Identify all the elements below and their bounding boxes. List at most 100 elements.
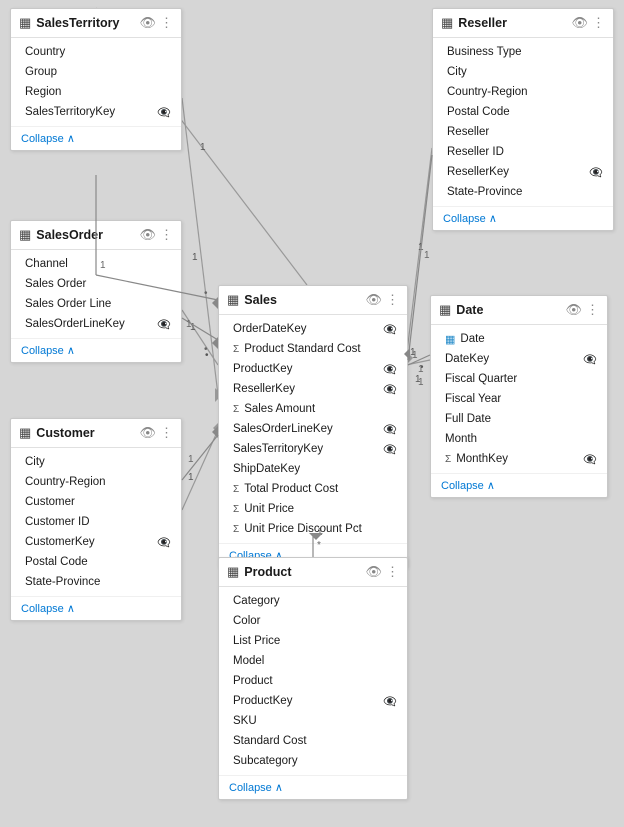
field-date: ▦ Date [431, 329, 607, 349]
field-state-province-r: State-Province [433, 182, 613, 202]
hidden-icon: 👁‍🗨 [383, 443, 397, 456]
date-collapse[interactable]: Collapse ∧ [441, 479, 597, 492]
svg-text:•: • [204, 288, 208, 299]
svg-text:1: 1 [412, 350, 418, 361]
salesorder-more-icon[interactable]: ⋮ [160, 227, 173, 243]
field-customer: Customer [11, 492, 181, 512]
date-fields: ▦ Date DateKey 👁‍🗨 Fiscal Quarter Fiscal… [431, 325, 607, 473]
table-customer: ▦ Customer 👁 ⋮ City Country-Region Custo… [10, 418, 182, 621]
table-date: ▦ Date 👁 ⋮ ▦ Date DateKey 👁‍🗨 Fiscal Qua… [430, 295, 608, 498]
date-more-icon[interactable]: ⋮ [586, 302, 599, 318]
sales-actions: 👁 ⋮ [365, 292, 399, 308]
salesterritory-more-icon[interactable]: ⋮ [160, 15, 173, 31]
field-salesorderline: Sales Order Line [11, 294, 181, 314]
date-eye-icon[interactable]: 👁 [565, 302, 582, 318]
field-country-region-r: Country-Region [433, 82, 613, 102]
field-salesorder: Sales Order [11, 274, 181, 294]
field-product: Product [219, 671, 407, 691]
field-customer-id: Customer ID [11, 512, 181, 532]
reseller-table-icon: ▦ [441, 15, 453, 31]
field-product-standard-cost: Σ Product Standard Cost [219, 339, 407, 359]
field-salesorderlinekey-s: SalesOrderLineKey 👁‍🗨 [219, 419, 407, 439]
product-eye-icon[interactable]: 👁 [365, 564, 382, 580]
salesterritory-table-icon: ▦ [19, 15, 31, 31]
field-model: Model [219, 651, 407, 671]
field-list-price: List Price [219, 631, 407, 651]
field-full-date: Full Date [431, 409, 607, 429]
customer-fields: City Country-Region Customer Customer ID… [11, 448, 181, 596]
svg-text:1: 1 [415, 374, 421, 385]
salesterritory-eye-icon[interactable]: 👁 [139, 15, 156, 31]
svg-text:1: 1 [188, 472, 194, 483]
reseller-collapse[interactable]: Collapse ∧ [443, 212, 603, 225]
field-category: Category [219, 591, 407, 611]
product-header: ▦ Product 👁 ⋮ [219, 558, 407, 587]
field-group: Group [11, 62, 181, 82]
reseller-title: Reseller [458, 16, 566, 30]
field-sku: SKU [219, 711, 407, 731]
svg-text:1: 1 [186, 319, 192, 330]
product-collapse[interactable]: Collapse ∧ [229, 781, 397, 794]
field-channel: Channel [11, 254, 181, 274]
svg-text:•: • [205, 350, 209, 361]
hidden-icon: 👁‍🗨 [157, 536, 171, 549]
sales-eye-icon[interactable]: 👁 [365, 292, 382, 308]
field-datekey: DateKey 👁‍🗨 [431, 349, 607, 369]
field-monthkey: Σ MonthKey 👁‍🗨 [431, 449, 607, 469]
field-subcategory: Subcategory [219, 751, 407, 771]
hidden-icon: 👁‍🗨 [383, 383, 397, 396]
reseller-header: ▦ Reseller 👁 ⋮ [433, 9, 613, 38]
field-unit-price: Σ Unit Price [219, 499, 407, 519]
reseller-actions: 👁 ⋮ [571, 15, 605, 31]
field-country-region: Country-Region [11, 472, 181, 492]
hidden-icon: 👁‍🗨 [157, 318, 171, 331]
customer-header: ▦ Customer 👁 ⋮ [11, 419, 181, 448]
sales-table-icon: ▦ [227, 292, 239, 308]
field-month: Month [431, 429, 607, 449]
sales-more-icon[interactable]: ⋮ [386, 292, 399, 308]
table-salesterritory: ▦ SalesTerritory 👁 ⋮ Country Group Regio… [10, 8, 182, 151]
product-fields: Category Color List Price Model Product … [219, 587, 407, 775]
product-footer: Collapse ∧ [219, 775, 407, 799]
svg-text:1: 1 [188, 454, 194, 465]
customer-footer: Collapse ∧ [11, 596, 181, 620]
sales-fields: OrderDateKey 👁‍🗨 Σ Product Standard Cost… [219, 315, 407, 543]
field-standard-cost: Standard Cost [219, 731, 407, 751]
reseller-more-icon[interactable]: ⋮ [592, 15, 605, 31]
table-reseller: ▦ Reseller 👁 ⋮ Business Type City Countr… [432, 8, 614, 231]
salesterritory-title: SalesTerritory [36, 16, 134, 30]
svg-text:1: 1 [424, 250, 430, 261]
salesterritory-actions: 👁 ⋮ [139, 15, 173, 31]
field-resellerkey: ResellerKey 👁‍🗨 [433, 162, 613, 182]
field-region: Region [11, 82, 181, 102]
sales-header: ▦ Sales 👁 ⋮ [219, 286, 407, 315]
salesorder-eye-icon[interactable]: 👁 [139, 227, 156, 243]
svg-text:•: • [420, 362, 424, 373]
field-city: City [11, 452, 181, 472]
customer-eye-icon[interactable]: 👁 [139, 425, 156, 441]
table-salesorder: ▦ SalesOrder 👁 ⋮ Channel Sales Order Sal… [10, 220, 182, 363]
calendar-icon: ▦ [445, 333, 455, 346]
salesterritory-header: ▦ SalesTerritory 👁 ⋮ [11, 9, 181, 38]
salesorder-collapse[interactable]: Collapse ∧ [21, 344, 171, 357]
product-more-icon[interactable]: ⋮ [386, 564, 399, 580]
salesorder-fields: Channel Sales Order Sales Order Line Sal… [11, 250, 181, 338]
sales-title: Sales [244, 293, 360, 307]
customer-actions: 👁 ⋮ [139, 425, 173, 441]
field-productkey: ProductKey 👁‍🗨 [219, 359, 407, 379]
hidden-icon: 👁‍🗨 [383, 423, 397, 436]
field-salesterritorykey-s: SalesTerritoryKey 👁‍🗨 [219, 439, 407, 459]
sum-icon: Σ [233, 404, 239, 415]
reseller-eye-icon[interactable]: 👁 [571, 15, 588, 31]
customer-more-icon[interactable]: ⋮ [160, 425, 173, 441]
svg-text:1: 1 [410, 347, 416, 358]
svg-text:1: 1 [418, 377, 424, 388]
hidden-icon: 👁‍🗨 [383, 695, 397, 708]
svg-text:1: 1 [200, 142, 206, 153]
salesorder-table-icon: ▦ [19, 227, 31, 243]
salesterritory-collapse[interactable]: Collapse ∧ [21, 132, 171, 145]
sum-icon: Σ [445, 454, 451, 465]
date-title: Date [456, 303, 560, 317]
customer-collapse[interactable]: Collapse ∧ [21, 602, 171, 615]
field-postal-code-r: Postal Code [433, 102, 613, 122]
